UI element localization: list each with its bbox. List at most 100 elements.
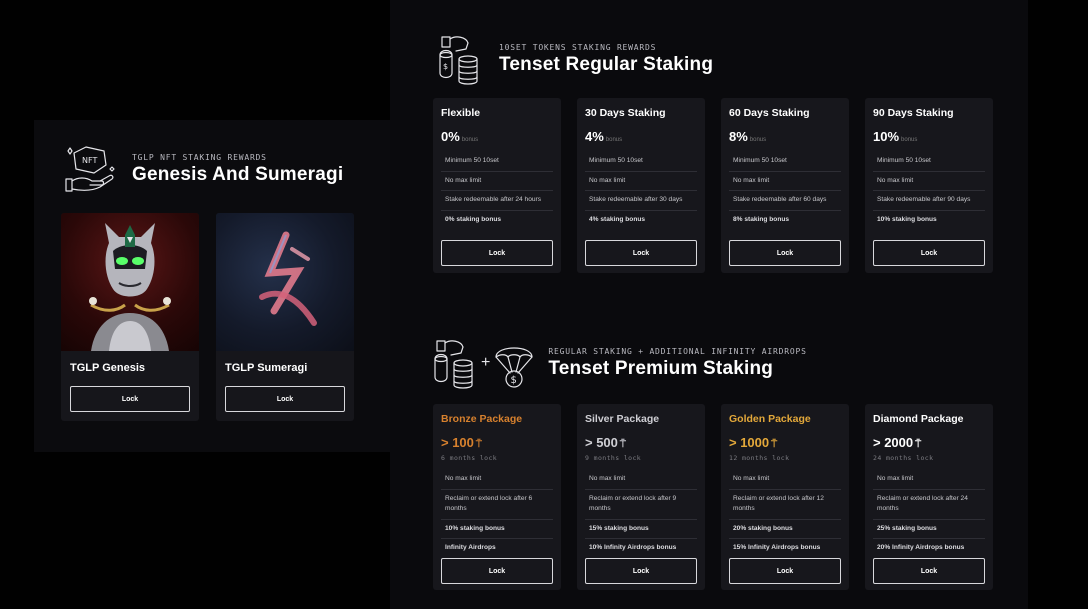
feature-item: Reclaim or extend lock after 6 months bbox=[441, 490, 553, 520]
regular-card-90-days: 90 Days Staking 10% bonus Minimum 50 10se… bbox=[865, 98, 993, 273]
lock-button-diamond[interactable]: Lock bbox=[873, 558, 985, 584]
card-title: Silver Package bbox=[585, 413, 660, 425]
genesis-nft-image bbox=[61, 213, 199, 351]
svg-text:$: $ bbox=[511, 375, 517, 386]
feature-item: 4% staking bonus bbox=[589, 215, 646, 223]
feature-item: Minimum 50 10set bbox=[441, 152, 553, 172]
feature-item: No max limit bbox=[585, 470, 697, 490]
lock-button-flexible[interactable]: Lock bbox=[441, 240, 553, 266]
nft-card-name: TGLP Sumeragi bbox=[225, 362, 308, 374]
lock-button-silver[interactable]: Lock bbox=[585, 558, 697, 584]
regular-card-60-days: 60 Days Staking 8% bonus Minimum 50 10set… bbox=[721, 98, 849, 273]
feature-item: 15% staking bonus bbox=[585, 520, 697, 540]
premium-section-subtitle: REGULAR STAKING + ADDITIONAL INFINITY AI… bbox=[548, 346, 807, 356]
feature-item: No max limit bbox=[729, 172, 841, 192]
feature-item: No max limit bbox=[585, 172, 697, 192]
feature-item: Reclaim or extend lock after 12 months bbox=[729, 490, 841, 520]
premium-card-bronze: Bronze Package > 100 ⍑ 6 months lock No m… bbox=[433, 404, 561, 590]
feature-list: Minimum 50 10set No max limit Stake rede… bbox=[873, 152, 985, 229]
card-title: Bronze Package bbox=[441, 413, 523, 425]
card-percent: 8% bonus bbox=[729, 129, 767, 144]
card-lock-period: 12 months lock bbox=[729, 454, 790, 462]
premium-section-header: + $ REGULAR STAKING + ADDITIONAL INFINIT… bbox=[431, 337, 807, 389]
card-title: 90 Days Staking bbox=[873, 107, 954, 119]
feature-list: No max limit Reclaim or extend lock afte… bbox=[729, 470, 841, 558]
svg-text:$: $ bbox=[443, 62, 448, 71]
regular-card-flexible: Flexible 0% bonus Minimum 50 10set No max… bbox=[433, 98, 561, 273]
feature-item: No max limit bbox=[873, 470, 985, 490]
card-amount: > 500 ⍑ bbox=[585, 435, 626, 450]
tenset-token-icon: ⍑ bbox=[475, 439, 482, 450]
feature-list: Minimum 50 10set No max limit Stake rede… bbox=[729, 152, 841, 229]
card-title: 60 Days Staking bbox=[729, 107, 810, 119]
feature-item: No max limit bbox=[441, 172, 553, 192]
nft-hand-icon: NFT bbox=[60, 143, 118, 195]
feature-item: 8% staking bonus bbox=[733, 215, 790, 223]
lock-button-genesis[interactable]: Lock bbox=[70, 386, 190, 412]
feature-list: Minimum 50 10set No max limit Stake rede… bbox=[585, 152, 697, 229]
parachute-dollar-icon: $ bbox=[494, 337, 534, 389]
card-lock-period: 24 months lock bbox=[873, 454, 934, 462]
feature-item: Minimum 50 10set bbox=[873, 152, 985, 172]
plus-sign: + bbox=[481, 354, 491, 371]
nft-card-sumeragi: TGLP Sumeragi Lock bbox=[216, 213, 354, 421]
tenset-token-icon: ⍑ bbox=[619, 439, 626, 450]
hand-coins-icon bbox=[431, 337, 477, 389]
lock-button-90-days[interactable]: Lock bbox=[873, 240, 985, 266]
card-percent: 10% bonus bbox=[873, 129, 918, 144]
premium-section-title: Tenset Premium Staking bbox=[548, 357, 774, 379]
lock-button-bronze[interactable]: Lock bbox=[441, 558, 553, 584]
feature-item: 15% Infinity Airdrops bonus bbox=[733, 544, 821, 552]
feature-item: No max limit bbox=[873, 172, 985, 192]
feature-item: 20% staking bonus bbox=[729, 520, 841, 540]
card-title: Diamond Package bbox=[873, 413, 964, 425]
regular-section-header: $ 10SET TOKENS STAKING REWARDS Tenset Re… bbox=[436, 33, 713, 85]
nft-card-genesis: TGLP Genesis Lock bbox=[61, 213, 199, 421]
card-amount: > 2000 ⍑ bbox=[873, 435, 922, 450]
lock-button-golden[interactable]: Lock bbox=[729, 558, 841, 584]
feature-item: Reclaim or extend lock after 24 months bbox=[873, 490, 985, 520]
feature-list: No max limit Reclaim or extend lock afte… bbox=[441, 470, 553, 558]
feature-list: No max limit Reclaim or extend lock afte… bbox=[873, 470, 985, 558]
card-lock-period: 6 months lock bbox=[441, 454, 498, 462]
feature-item: Stake redeemable after 30 days bbox=[585, 191, 697, 211]
premium-card-silver: Silver Package > 500 ⍑ 9 months lock No m… bbox=[577, 404, 705, 590]
feature-item: Stake redeemable after 24 hours bbox=[441, 191, 553, 211]
feature-item: 10% Infinity Airdrops bonus bbox=[589, 544, 677, 552]
feature-list: Minimum 50 10set No max limit Stake rede… bbox=[441, 152, 553, 229]
card-title: Flexible bbox=[441, 107, 481, 119]
feature-item: No max limit bbox=[729, 470, 841, 490]
feature-item: Infinity Airdrops bbox=[445, 544, 496, 552]
regular-card-30-days: 30 Days Staking 4% bonus Minimum 50 10set… bbox=[577, 98, 705, 273]
feature-item: 0% staking bonus bbox=[445, 215, 502, 223]
regular-section-title: Tenset Regular Staking bbox=[499, 53, 714, 75]
feature-item: No max limit bbox=[441, 470, 553, 490]
card-percent: 0% bonus bbox=[441, 129, 479, 144]
card-amount: > 100 ⍑ bbox=[441, 435, 482, 450]
feature-item: Reclaim or extend lock after 9 months bbox=[585, 490, 697, 520]
feature-item: Minimum 50 10set bbox=[729, 152, 841, 172]
lock-button-30-days[interactable]: Lock bbox=[585, 240, 697, 266]
card-lock-period: 9 months lock bbox=[585, 454, 642, 462]
lock-button-sumeragi[interactable]: Lock bbox=[225, 386, 345, 412]
premium-card-diamond: Diamond Package > 2000 ⍑ 24 months lock N… bbox=[865, 404, 993, 590]
feature-item: Stake redeemable after 90 days bbox=[873, 191, 985, 211]
card-percent: 4% bonus bbox=[585, 129, 623, 144]
regular-section-subtitle: 10SET TOKENS STAKING REWARDS bbox=[499, 42, 657, 52]
card-title: Golden Package bbox=[729, 413, 811, 425]
nft-card-name: TGLP Genesis bbox=[70, 362, 145, 374]
feature-item: Stake redeemable after 60 days bbox=[729, 191, 841, 211]
feature-item: 10% staking bonus bbox=[877, 215, 937, 223]
feature-item: 25% staking bonus bbox=[873, 520, 985, 540]
card-title: 30 Days Staking bbox=[585, 107, 666, 119]
premium-card-golden: Golden Package > 1000 ⍑ 12 months lock No… bbox=[721, 404, 849, 590]
tenset-token-icon: ⍑ bbox=[771, 439, 778, 450]
sumeragi-nft-image bbox=[216, 213, 354, 351]
lock-button-60-days[interactable]: Lock bbox=[729, 240, 841, 266]
svg-text:NFT: NFT bbox=[82, 156, 97, 165]
feature-item: Minimum 50 10set bbox=[585, 152, 697, 172]
feature-item: 10% staking bonus bbox=[441, 520, 553, 540]
card-amount: > 1000 ⍑ bbox=[729, 435, 778, 450]
nft-section-title: Genesis And Sumeragi bbox=[132, 163, 344, 185]
feature-list: No max limit Reclaim or extend lock afte… bbox=[585, 470, 697, 558]
